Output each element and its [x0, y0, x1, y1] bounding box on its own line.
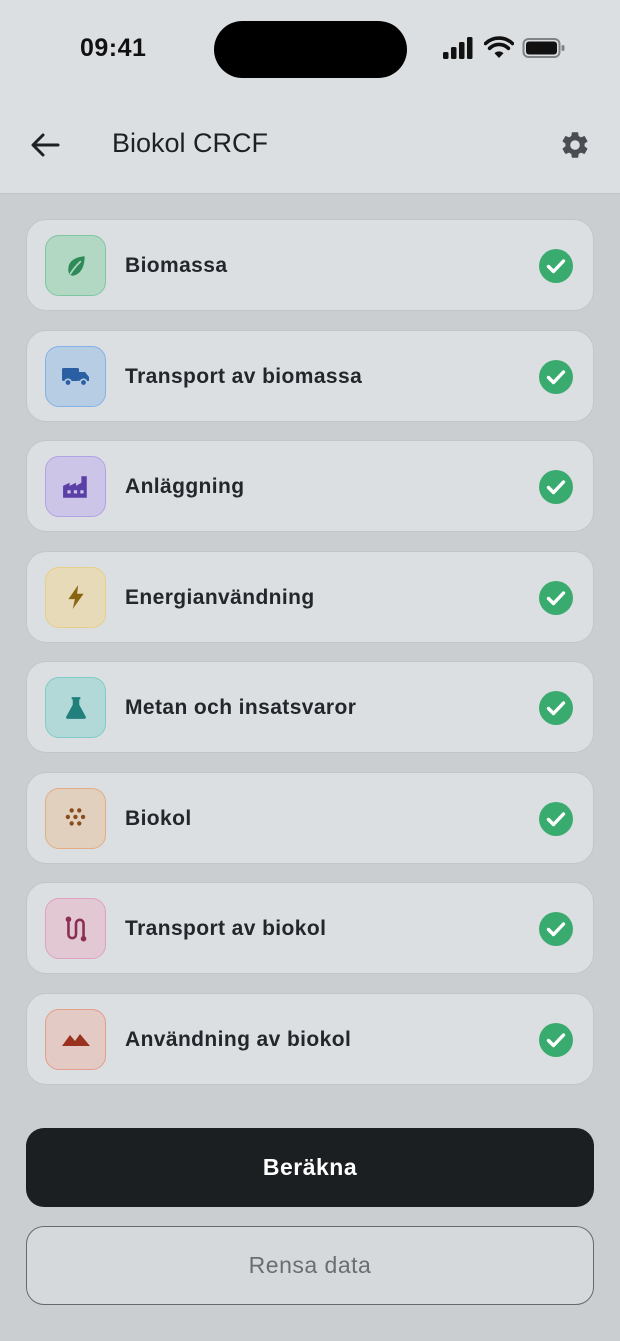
check-circle-icon	[539, 470, 573, 504]
check-circle-icon	[539, 801, 573, 836]
section-label: Transport av biokol	[125, 917, 327, 940]
section-label: Metan och insatsvaror	[125, 696, 357, 719]
section-card-anvandning-biokol[interactable]: Användning av biokol	[26, 992, 594, 1085]
check-circle-icon	[539, 691, 573, 725]
route-icon	[65, 916, 86, 941]
section-card-biokol[interactable]: Biokol	[26, 771, 594, 864]
section-card-transport-biokol[interactable]: Transport av biokol	[26, 882, 594, 974]
section-label: Anläggning	[125, 475, 245, 498]
lightning-icon	[67, 585, 84, 609]
section-label: Biokol	[125, 806, 192, 830]
cellular-signal-icon	[443, 37, 473, 59]
biochar-dots-icon	[65, 808, 85, 826]
check-circle-icon	[539, 1022, 573, 1057]
section-card-energianvandning[interactable]: Energianvändning	[26, 550, 594, 643]
truck-icon	[61, 368, 89, 387]
status-icons	[442, 36, 570, 62]
wifi-icon	[484, 36, 514, 58]
check-circle-icon	[539, 580, 573, 615]
check-circle-icon	[539, 912, 573, 946]
section-icon-box	[45, 345, 106, 407]
section-label: Energianvändning	[125, 585, 315, 609]
section-icon-box	[45, 566, 106, 628]
soil-mounds-icon	[61, 1034, 90, 1046]
section-card-transport-biomassa[interactable]: Transport av biomassa	[26, 329, 594, 422]
calculate-button[interactable]: Beräkna	[26, 1128, 594, 1207]
section-card-metan[interactable]: Metan och insatsvaror	[26, 661, 594, 753]
arrow-left-icon	[31, 133, 60, 157]
section-icon-box	[45, 787, 106, 849]
status-time: 09:41	[80, 34, 147, 62]
factory-icon	[62, 475, 87, 498]
section-icon-box	[45, 235, 106, 296]
section-icon-box	[45, 456, 106, 517]
section-list: Biomassa Transport av biomassa Anläggnin…	[26, 219, 594, 1103]
battery-icon	[522, 38, 565, 58]
check-circle-icon	[539, 359, 573, 394]
gear-icon	[562, 132, 588, 158]
app-header: 09:41 Biokol CRCF	[0, 0, 620, 194]
leaf-icon	[67, 255, 85, 276]
section-label: Biomassa	[125, 254, 228, 277]
section-label: Transport av biomassa	[125, 364, 363, 388]
section-icon-box	[45, 1008, 106, 1070]
page-title: Biokol CRCF	[112, 128, 269, 158]
settings-button[interactable]	[552, 122, 598, 168]
section-icon-box	[45, 898, 106, 959]
flask-icon	[65, 696, 86, 719]
back-button[interactable]	[22, 122, 68, 168]
dynamic-island	[214, 21, 407, 78]
section-icon-box	[45, 677, 106, 738]
section-card-anlaggning[interactable]: Anläggning	[26, 440, 594, 532]
check-circle-icon	[539, 249, 573, 283]
section-card-biomassa[interactable]: Biomassa	[26, 219, 594, 311]
clear-data-button[interactable]: Rensa data	[26, 1226, 594, 1305]
section-label: Användning av biokol	[125, 1027, 352, 1051]
